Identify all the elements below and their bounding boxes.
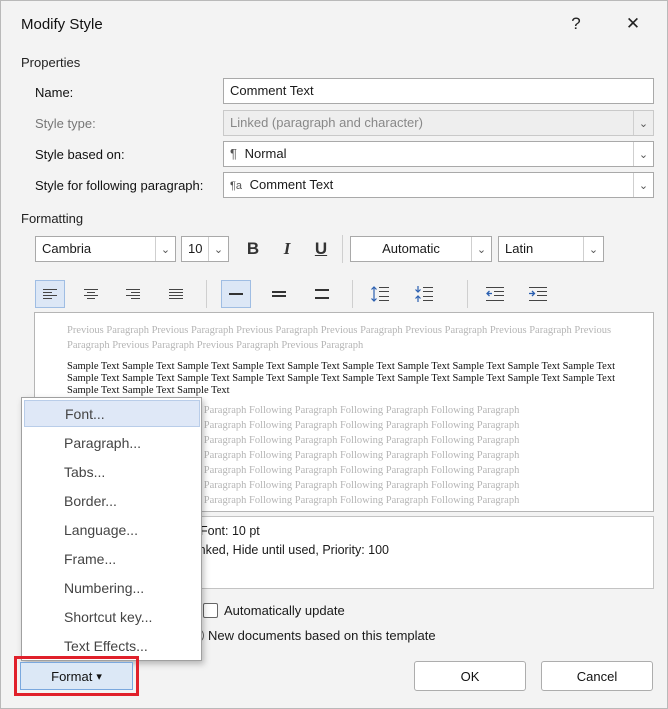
chevron-down-icon: ⌄ [633, 173, 653, 197]
paragraph-spacing-increase-icon [371, 286, 389, 302]
one-half-spacing-icon [272, 291, 286, 297]
align-center-button[interactable] [76, 280, 106, 308]
toolbar-divider [342, 235, 343, 263]
menu-item-numbering[interactable]: Numbering... [24, 574, 200, 601]
font-value: Cambria [42, 241, 92, 256]
increase-paragraph-spacing-button[interactable] [365, 280, 395, 308]
help-icon: ? [571, 14, 581, 33]
font-select[interactable]: Cambria ⌄ [35, 236, 176, 262]
menu-item-tabs[interactable]: Tabs... [24, 458, 200, 485]
highlight-box [14, 656, 139, 696]
increase-indent-icon [529, 287, 547, 301]
font-color-value: Automatic [382, 241, 440, 256]
chevron-down-icon: ⌄ [633, 142, 653, 166]
script-select[interactable]: Latin ⌄ [498, 236, 604, 262]
single-spacing-icon [229, 293, 243, 295]
sample-text-preview: Sample Text Sample Text Sample Text Samp… [67, 361, 616, 396]
new-documents-label: New documents based on this template [208, 628, 436, 643]
decrease-paragraph-spacing-button[interactable] [409, 280, 439, 308]
menu-item-language[interactable]: Language... [24, 516, 200, 543]
font-size-value: 10 [188, 241, 203, 256]
menu-item-frame[interactable]: Frame... [24, 545, 200, 572]
underline-button[interactable]: U [307, 235, 335, 263]
close-button[interactable]: ✕ [613, 9, 653, 39]
based-on-select[interactable]: ¶ Normal ⌄ [223, 141, 654, 167]
previous-paragraph-preview: Previous Paragraph Previous Paragraph Pr… [67, 325, 612, 351]
chevron-down-icon: ⌄ [208, 237, 228, 261]
linked-style-icon: ¶a [230, 180, 243, 192]
name-input[interactable]: Comment Text [223, 78, 654, 104]
chevron-down-icon: ⌄ [633, 111, 653, 135]
bold-button[interactable]: B [239, 235, 267, 263]
decrease-indent-icon [486, 287, 504, 301]
style-type-select: Linked (paragraph and character) ⌄ [223, 110, 654, 136]
justify-icon [169, 289, 183, 299]
dialog-title: Modify Style [21, 16, 103, 33]
italic-button[interactable]: I [273, 235, 301, 263]
font-size-select[interactable]: 10 ⌄ [181, 236, 229, 262]
close-icon: ✕ [625, 14, 641, 33]
toolbar-divider [352, 280, 353, 308]
based-on-value: Normal [244, 146, 287, 161]
toolbar-divider [467, 280, 468, 308]
based-on-label: Style based on: [35, 147, 125, 162]
properties-section-label: Properties [21, 55, 81, 70]
toolbar-divider [206, 280, 207, 308]
ok-button[interactable]: OK [414, 661, 526, 691]
single-spacing-button[interactable] [221, 280, 251, 308]
chevron-down-icon: ⌄ [583, 237, 603, 261]
font-color-select[interactable]: Automatic ⌄ [350, 236, 492, 262]
one-half-spacing-button[interactable] [264, 280, 294, 308]
menu-item-text-effects[interactable]: Text Effects... [24, 632, 200, 659]
align-right-icon [126, 289, 140, 299]
style-type-label: Style type: [35, 116, 96, 131]
menu-item-font[interactable]: Font... [24, 400, 200, 427]
paragraph-spacing-decrease-icon [415, 286, 433, 302]
align-center-icon [84, 289, 98, 299]
double-spacing-button[interactable] [307, 280, 337, 308]
paragraph-mark-icon: ¶ [230, 146, 237, 161]
align-left-button[interactable] [35, 280, 65, 308]
align-right-button[interactable] [118, 280, 148, 308]
auto-update-checkbox[interactable] [203, 603, 218, 618]
chevron-down-icon: ⌄ [471, 237, 491, 261]
double-spacing-icon [315, 289, 329, 299]
name-label: Name: [35, 85, 74, 100]
following-paragraph-label: Style for following paragraph: [35, 178, 204, 193]
justify-button[interactable] [161, 280, 191, 308]
script-value: Latin [505, 241, 534, 256]
menu-item-border[interactable]: Border... [24, 487, 200, 514]
chevron-down-icon: ⌄ [155, 237, 175, 261]
menu-item-paragraph[interactable]: Paragraph... [24, 429, 200, 456]
cancel-button[interactable]: Cancel [541, 661, 653, 691]
menu-item-shortcut-key[interactable]: Shortcut key... [24, 603, 200, 630]
style-type-value: Linked (paragraph and character) [230, 115, 423, 130]
format-menu: Font... Paragraph... Tabs... Border... L… [21, 397, 202, 661]
decrease-indent-button[interactable] [480, 280, 510, 308]
following-paragraph-select[interactable]: ¶a Comment Text ⌄ [223, 172, 654, 198]
help-button[interactable]: ? [556, 9, 596, 39]
following-paragraph-value: Comment Text [249, 177, 334, 192]
increase-indent-button[interactable] [523, 280, 553, 308]
auto-update-label: Automatically update [224, 603, 345, 618]
align-left-icon [43, 289, 57, 299]
modify-style-dialog: Modify Style ? ✕ Properties Name: Commen… [0, 0, 668, 709]
formatting-section-label: Formatting [21, 211, 84, 226]
